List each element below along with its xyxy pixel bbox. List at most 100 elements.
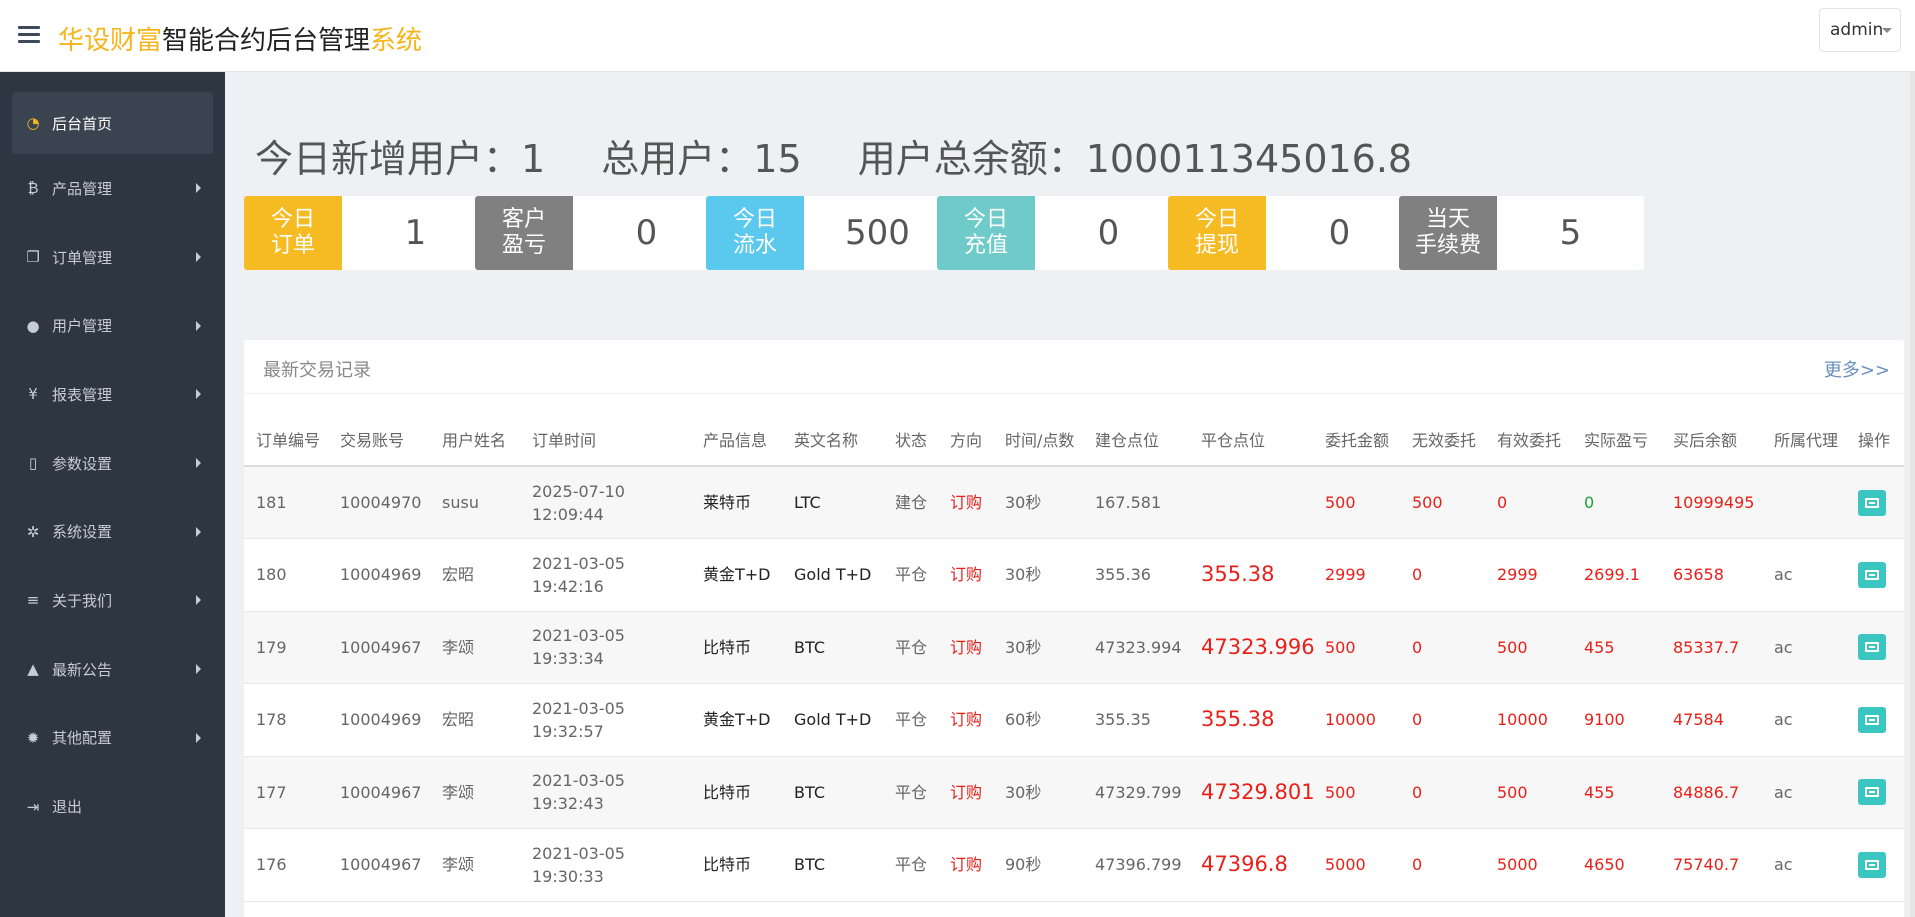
view-detail-button[interactable] bbox=[1858, 779, 1886, 806]
cell-invalid: 0 bbox=[1400, 611, 1485, 684]
cell-dir: 订购 bbox=[938, 683, 993, 757]
cell-account: 10004967 bbox=[328, 756, 430, 829]
table-row: 177 10004967 李颂 2021-03-05 19:32:43 比特币 BTC 平仓… bbox=[244, 756, 1904, 829]
sidebar-item-label: 最新公告 bbox=[52, 660, 113, 679]
column-header: 订单编号 bbox=[244, 394, 328, 467]
cell-agent: ac bbox=[1762, 756, 1846, 829]
chevron-right-icon bbox=[196, 389, 201, 400]
cell-invalid: 0 bbox=[1400, 828, 1485, 902]
cell-time: 2021-03-05 19:32:43 bbox=[520, 756, 691, 829]
cell-balance: 10999495 bbox=[1661, 466, 1762, 539]
cell-invalid: 500 bbox=[1400, 466, 1485, 539]
cell-invalid: 0 bbox=[1400, 683, 1485, 757]
column-header: 所属代理 bbox=[1762, 394, 1846, 467]
recent-trades-panel: 最新交易记录 更多>> 订单编号 交易账号 用户姓名 订单时间 产品信息 英文名称 状态 方向… bbox=[244, 340, 1904, 917]
cell-invalid: 0 bbox=[1400, 538, 1485, 612]
cell-valid: 500 bbox=[1485, 756, 1572, 829]
cell-dur: 30秒 bbox=[993, 756, 1083, 829]
column-header: 时间/点数 bbox=[993, 394, 1083, 467]
table-body: 181 10004970 susu 2025-07-10 12:09:44 莱特币 LTC… bbox=[244, 466, 1904, 902]
cell-account: 10004969 bbox=[328, 683, 430, 757]
cell-dur: 90秒 bbox=[993, 828, 1083, 902]
cell-time: 2021-03-05 19:32:57 bbox=[520, 683, 691, 757]
cell-balance: 63658 bbox=[1661, 538, 1762, 612]
detail-icon bbox=[1865, 787, 1879, 798]
cell-dur: 60秒 bbox=[993, 683, 1083, 757]
app-title: 华设财富智能合约后台管理系统 bbox=[58, 20, 422, 57]
column-header: 订单时间 bbox=[520, 394, 691, 467]
sidebar-item[interactable]: ◔ 后台首页 bbox=[12, 92, 213, 154]
sidebar-item-label: 后台首页 bbox=[52, 114, 113, 133]
view-detail-button[interactable] bbox=[1858, 851, 1886, 878]
cell-close: 47329.801 bbox=[1189, 756, 1315, 829]
gear-icon: ✹ bbox=[26, 728, 40, 747]
cell-agent: ac bbox=[1762, 828, 1846, 902]
sidebar-item[interactable]: ✹ 其他配置 bbox=[0, 704, 225, 773]
cell-open: 47323.994 bbox=[1083, 611, 1189, 684]
stat-card-label: 今日 充值 bbox=[937, 196, 1035, 270]
view-detail-button[interactable] bbox=[1858, 706, 1886, 733]
sidebar-item[interactable]: ≡ 关于我们 bbox=[0, 566, 225, 635]
cell-en: BTC bbox=[782, 756, 883, 829]
stat-card: 今日 订单 1 bbox=[244, 196, 489, 270]
sidebar-item[interactable]: ● 用户管理 bbox=[0, 291, 225, 360]
cell-open: 47329.799 bbox=[1083, 756, 1189, 829]
yen-icon: ¥ bbox=[28, 385, 38, 404]
cell-en: Gold T+D bbox=[782, 683, 883, 757]
sidebar-item[interactable]: ▯ 参数设置 bbox=[0, 429, 225, 498]
more-link[interactable]: 更多>> bbox=[1824, 356, 1890, 382]
cell-actions bbox=[1846, 611, 1904, 684]
view-detail-button[interactable] bbox=[1858, 561, 1886, 588]
stat-card-label: 今日 流水 bbox=[706, 196, 804, 270]
column-header: 操作 bbox=[1846, 394, 1904, 467]
stat-card-value: 0 bbox=[635, 213, 658, 253]
cell-actions bbox=[1846, 466, 1904, 539]
menu-toggle-icon[interactable] bbox=[18, 26, 40, 44]
sidebar-item-label: 报表管理 bbox=[52, 385, 113, 404]
sidebar-item[interactable]: ▲ 最新公告 bbox=[0, 635, 225, 704]
dashboard-icon: ◔ bbox=[26, 114, 40, 132]
cell-invalid: 0 bbox=[1400, 756, 1485, 829]
cell-dir: 订购 bbox=[938, 538, 993, 612]
column-header: 英文名称 bbox=[782, 394, 883, 467]
table-row: 180 10004969 宏昭 2021-03-05 19:42:16 黄金T+D Gol… bbox=[244, 538, 1904, 612]
cell-balance: 84886.7 bbox=[1661, 756, 1762, 829]
cell-status: 平仓 bbox=[883, 538, 938, 612]
sidebar-item[interactable]: ¥ 报表管理 bbox=[0, 360, 225, 429]
stat-new-users: 今日新增用户：1 bbox=[255, 137, 546, 181]
cell-name: susu bbox=[430, 466, 520, 539]
bitcoin-icon: ₿ bbox=[27, 179, 39, 198]
stat-card-label: 今日 提现 bbox=[1168, 196, 1266, 270]
sidebar-item[interactable]: ⇥ 退出 bbox=[0, 772, 225, 841]
stat-card: 今日 提现 0 bbox=[1168, 196, 1413, 270]
detail-icon bbox=[1865, 497, 1879, 508]
cell-account: 10004969 bbox=[328, 538, 430, 612]
table-row: 176 10004967 李颂 2021-03-05 19:30:33 比特币 BTC 平仓… bbox=[244, 828, 1904, 902]
cell-close: 355.38 bbox=[1189, 683, 1313, 757]
chevron-right-icon bbox=[196, 664, 201, 675]
table-row: 181 10004970 susu 2025-07-10 12:09:44 莱特币 LTC… bbox=[244, 466, 1904, 539]
cell-en: LTC bbox=[782, 466, 883, 539]
cell-id: 179 bbox=[244, 611, 328, 684]
user-dropdown[interactable]: admin bbox=[1819, 8, 1901, 52]
chevron-right-icon bbox=[196, 732, 201, 743]
cell-dur: 30秒 bbox=[993, 538, 1083, 612]
sidebar-item[interactable]: ✲ 系统设置 bbox=[0, 497, 225, 566]
view-detail-button[interactable] bbox=[1858, 634, 1886, 661]
cell-actions bbox=[1846, 828, 1904, 902]
sidebar-item-label: 参数设置 bbox=[52, 454, 113, 473]
view-detail-button[interactable] bbox=[1858, 489, 1886, 516]
cell-pnl: 9100 bbox=[1572, 683, 1661, 757]
cell-amount: 5000 bbox=[1313, 828, 1400, 902]
stat-card: 今日 流水 500 bbox=[706, 196, 951, 270]
cell-pnl: 0 bbox=[1572, 466, 1661, 539]
sidebar-item-label: 产品管理 bbox=[52, 179, 113, 198]
cell-name: 李颂 bbox=[430, 611, 520, 684]
table-row: 178 10004969 宏昭 2021-03-05 19:32:57 黄金T+D Gol… bbox=[244, 683, 1904, 757]
sidebar-item[interactable]: ❐ 订单管理 bbox=[0, 223, 225, 292]
stat-card-label: 当天 手续费 bbox=[1399, 196, 1497, 270]
sidebar-item[interactable]: ₿ 产品管理 bbox=[0, 154, 225, 223]
cell-account: 10004967 bbox=[328, 828, 430, 902]
cell-valid: 2999 bbox=[1485, 538, 1572, 612]
vertical-scrollbar[interactable] bbox=[1910, 72, 1915, 917]
